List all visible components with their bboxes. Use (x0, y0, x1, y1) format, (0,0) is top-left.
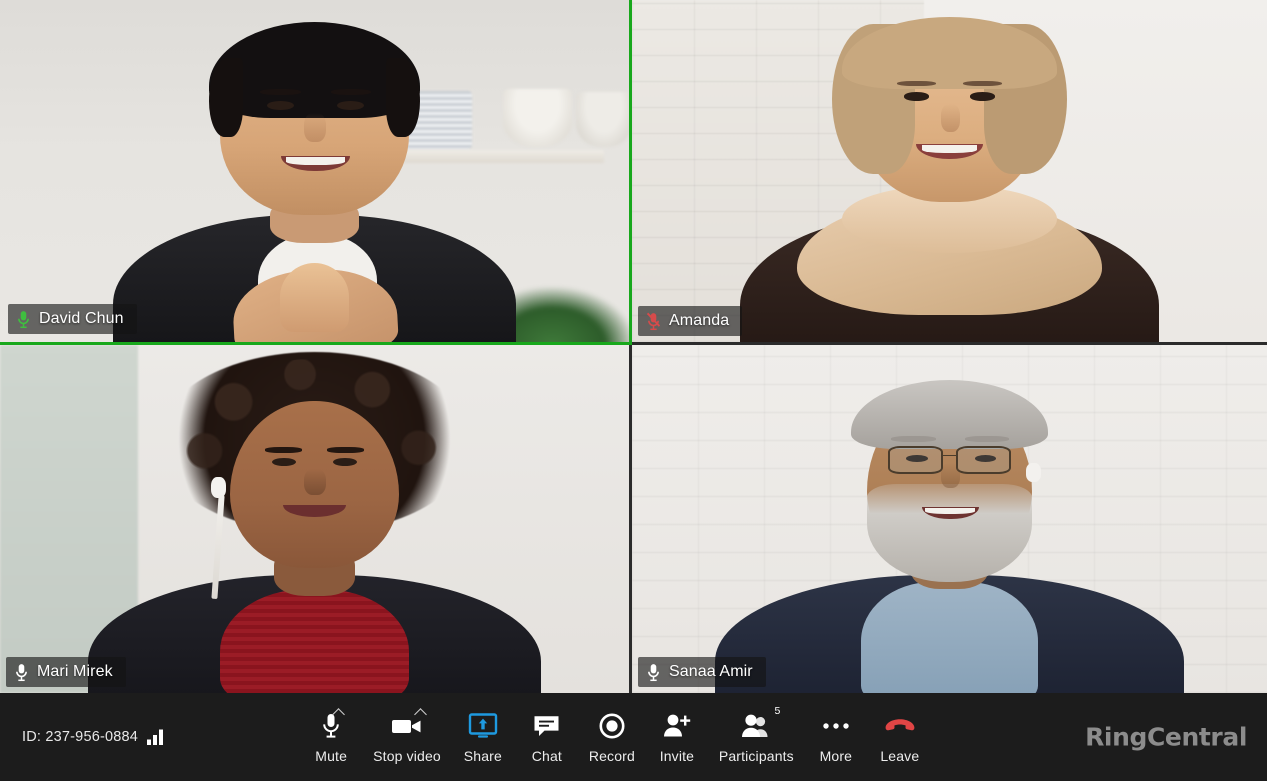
leave-button[interactable]: Leave (868, 711, 932, 764)
participant-name: Sanaa Amir (669, 663, 753, 680)
participant-tile-amanda[interactable]: Amanda (632, 0, 1267, 345)
brand-text: RingCentral (1085, 722, 1247, 752)
record-button[interactable]: Record (579, 711, 645, 764)
chat-button[interactable]: Chat (515, 711, 579, 764)
mute-button[interactable]: Mute (299, 707, 363, 764)
video-scene (0, 0, 629, 342)
participant-name: Amanda (669, 312, 730, 329)
participants-button[interactable]: 5 Participants (709, 705, 804, 764)
control-label: Leave (880, 747, 920, 764)
share-button[interactable]: Share (451, 711, 515, 764)
record-circle-icon (599, 711, 625, 741)
meeting-id-label: ID: 237-956-0884 (22, 729, 139, 745)
video-meeting-window: David Chun Amanda Mari Mirek Sanaa Amir … (0, 0, 1267, 781)
toolbar-controls: Mute Stop video Share Chat Record Invite… (299, 705, 932, 764)
participant-tile-david-chun[interactable]: David Chun (0, 0, 632, 345)
control-label: Invite (659, 747, 695, 764)
invite-button[interactable]: Invite (645, 711, 709, 764)
meeting-toolbar: ID: 237-956-0884 Mute Stop video Share C… (0, 693, 1267, 781)
stop-video-button[interactable]: Stop video (363, 707, 451, 764)
microphone-icon (648, 663, 659, 681)
hangup-phone-icon (883, 711, 917, 741)
control-label: Participants (718, 747, 794, 764)
participant-name: David Chun (39, 310, 124, 327)
nameplate-mari-mirek: Mari Mirek (6, 657, 126, 687)
video-feed-david-chun (0, 0, 629, 342)
control-label: Share (463, 747, 502, 764)
participants-count-badge: 5 (774, 704, 781, 717)
nameplate-amanda: Amanda (638, 306, 743, 336)
video-scene (632, 0, 1267, 342)
chat-bubble-icon (533, 711, 560, 741)
participant-tile-mari-mirek[interactable]: Mari Mirek (0, 345, 632, 693)
participant-video-grid: David Chun Amanda Mari Mirek Sanaa Amir (0, 0, 1267, 693)
screen-share-icon (468, 711, 498, 741)
people-icon: 5 (740, 705, 780, 741)
video-scene (632, 345, 1267, 693)
video-feed-sanaa-amir (632, 345, 1267, 693)
microphone-icon (16, 663, 27, 681)
nameplate-david-chun: David Chun (8, 304, 137, 334)
control-label: Mute (315, 747, 348, 764)
video-scene (0, 345, 629, 693)
person-add-icon (662, 711, 692, 741)
meeting-id-display[interactable]: ID: 237-956-0884 (22, 729, 166, 745)
ellipsis-icon (822, 711, 850, 741)
ringcentral-logo: RingCentral (1085, 723, 1247, 752)
microphone-muted-icon (647, 312, 660, 330)
control-label: Chat (531, 747, 562, 764)
control-label: Stop video (373, 747, 441, 764)
video-feed-amanda (632, 0, 1267, 342)
video-camera-icon (391, 707, 427, 741)
participant-name: Mari Mirek (37, 663, 113, 680)
microphone-icon (321, 707, 346, 741)
control-label: Record (588, 747, 635, 764)
video-feed-mari-mirek (0, 345, 629, 693)
more-button[interactable]: More (804, 711, 868, 764)
participant-tile-sanaa-amir[interactable]: Sanaa Amir (632, 345, 1267, 693)
signal-bars-icon (147, 729, 164, 745)
nameplate-sanaa-amir: Sanaa Amir (638, 657, 766, 687)
control-label: More (819, 747, 853, 764)
microphone-icon (18, 310, 29, 328)
